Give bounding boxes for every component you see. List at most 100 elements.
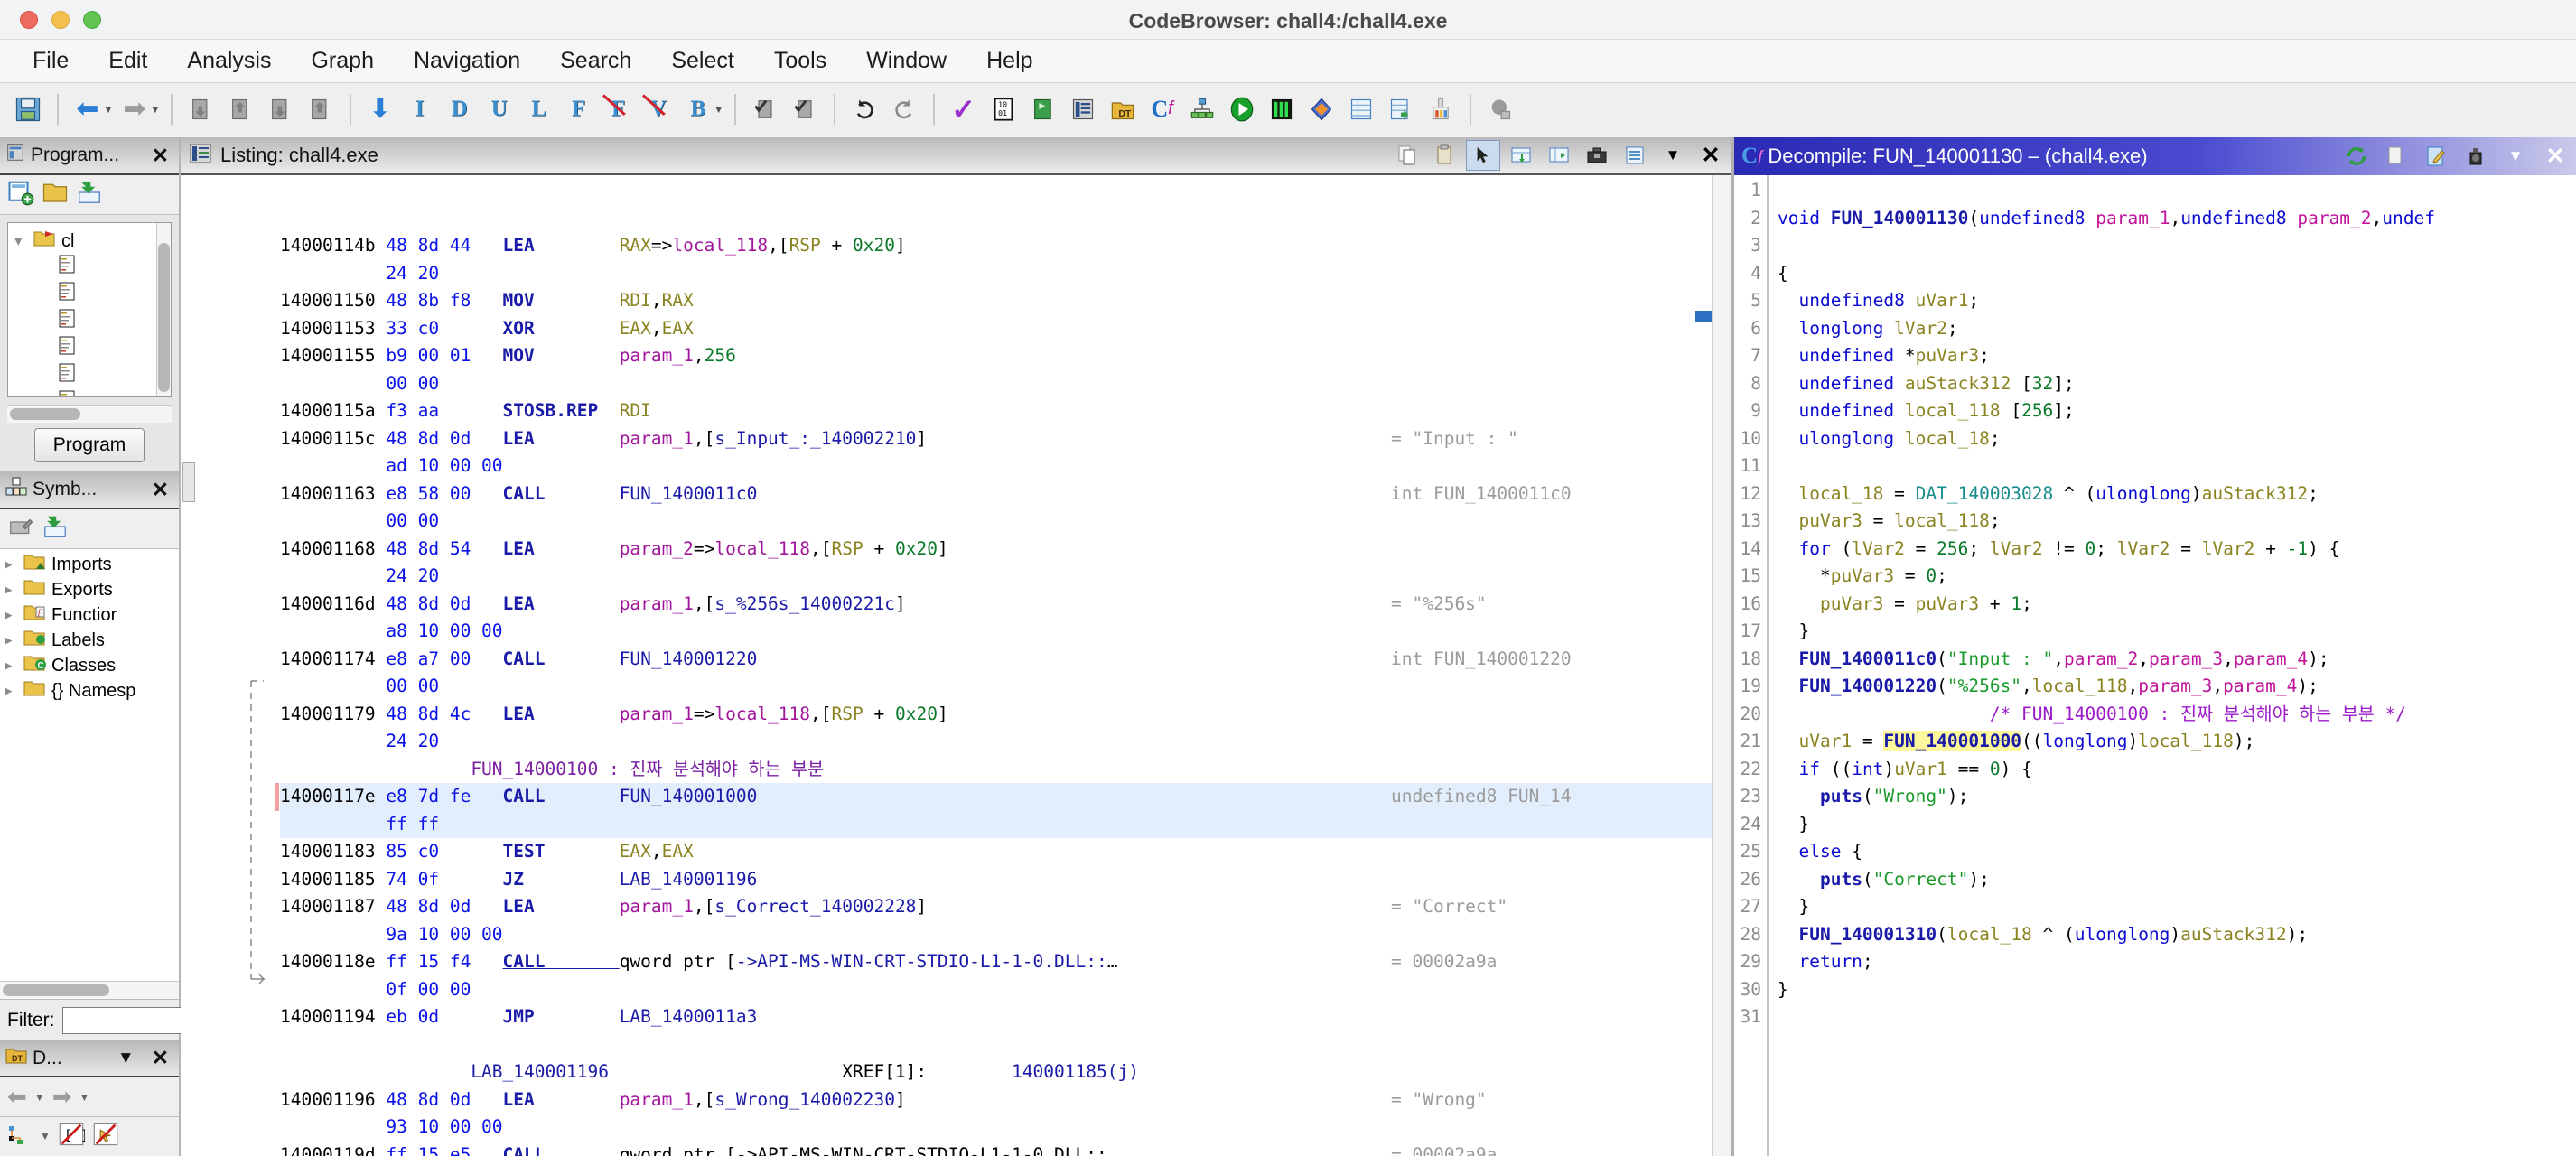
decompile-line[interactable] (1778, 1003, 2576, 1031)
decompile-line[interactable]: FUN_140001310(local_18 ^ (ulonglong)auSt… (1778, 921, 2576, 949)
decompile-line[interactable]: puts("Wrong"); (1778, 783, 2576, 811)
code-token[interactable]: auStack312 (2202, 483, 2308, 504)
code-token[interactable]: puVar3 (1798, 510, 1862, 531)
forward-arrow-icon[interactable]: ➡ (116, 90, 154, 128)
snapshot-icon[interactable] (2459, 141, 2493, 172)
mnemonic[interactable]: CALL (503, 786, 620, 806)
decompile-code[interactable]: void FUN_140001130(undefined8 param_1,un… (1769, 175, 2576, 1156)
mnemonic[interactable]: LEA (503, 593, 620, 614)
decompile-line[interactable]: } (1778, 811, 2576, 839)
xref-value[interactable]: 140001185(j) (1012, 1061, 1139, 1082)
program-tree-vscrollbar[interactable] (156, 223, 171, 396)
mnemonic[interactable]: JMP (503, 1006, 620, 1027)
clear-function-icon[interactable]: F (600, 90, 638, 128)
program-tree-body[interactable]: ▾ cl (7, 222, 172, 397)
code-token[interactable]: param_3 (2149, 648, 2223, 669)
tree-item[interactable] (55, 335, 167, 362)
data-icon[interactable]: D (441, 90, 479, 128)
chevron-right-icon[interactable]: ▸ (5, 682, 19, 700)
tree-root-node[interactable]: ▾ cl (12, 228, 167, 254)
new-tree-icon[interactable] (7, 179, 34, 210)
decompile-line[interactable]: FUN_1400011c0("Input : ",param_2,param_3… (1778, 646, 2576, 674)
forward-dropdown-icon[interactable]: ▼ (150, 103, 161, 116)
code-token[interactable]: FUN_140001130 (1831, 208, 1969, 228)
menu-icon[interactable] (1618, 140, 1652, 171)
scroll-thumb[interactable] (10, 408, 80, 420)
save-icon[interactable] (9, 90, 47, 128)
menu-edit[interactable]: Edit (89, 44, 167, 78)
snapshot-icon[interactable] (1504, 140, 1538, 171)
menu-window[interactable]: Window (846, 44, 966, 78)
decompile-line[interactable]: void FUN_140001130(undefined8 param_1,un… (1778, 205, 2576, 233)
chevron-right-icon[interactable]: ▸ (5, 631, 19, 649)
code-token[interactable]: puVar3 (1820, 593, 1883, 614)
forward-dropdown-icon[interactable]: ▼ (79, 1091, 89, 1104)
decompile-line[interactable]: longlong lVar2; (1778, 315, 2576, 343)
operand[interactable]: s_Wrong_140002230 (714, 1089, 895, 1110)
menu-navigation[interactable]: Navigation (394, 44, 540, 78)
decompile-line[interactable] (1778, 452, 2576, 480)
menu-tools[interactable]: Tools (754, 44, 846, 78)
code-token[interactable]: local_118 (1905, 400, 2001, 421)
memory-map-icon[interactable] (1024, 90, 1062, 128)
paste-icon[interactable] (1428, 140, 1462, 171)
code-token[interactable]: auStack312 (2180, 924, 2286, 945)
code-token[interactable]: puts (1820, 869, 1862, 890)
code-token[interactable]: uVar1 (1894, 759, 1947, 779)
operand[interactable]: LAB_140001196 (620, 869, 758, 890)
code-token[interactable]: param_4 (2223, 676, 2297, 696)
decompile-line[interactable]: } (1778, 976, 2576, 1004)
close-icon[interactable]: ✕ (2538, 141, 2572, 172)
code-token[interactable]: FUN_1400011c0 (1798, 648, 1937, 669)
collapse-icon[interactable] (42, 513, 69, 545)
listing-icon[interactable] (1064, 90, 1102, 128)
mnemonic[interactable]: CALL (503, 951, 620, 972)
code-token[interactable]: local_118 (1894, 510, 1990, 531)
bookmark-dropdown-icon[interactable]: ▼ (714, 103, 724, 116)
mnemonic[interactable]: STOSB.REP (503, 400, 620, 421)
panel-splitter-handle[interactable] (182, 462, 195, 502)
code-token[interactable]: uVar1 (1798, 731, 1852, 751)
sidebar-item-functions[interactable]: ▸ f Functior (2, 602, 177, 628)
tree-item[interactable] (55, 308, 167, 335)
mnemonic[interactable]: LEA (503, 704, 620, 724)
rename-icon[interactable] (7, 513, 34, 545)
tree-item[interactable] (55, 281, 167, 308)
close-icon[interactable]: ✕ (1694, 140, 1728, 171)
copy-icon[interactable] (1390, 140, 1424, 171)
decompile-line[interactable]: return; (1778, 948, 2576, 976)
decompile-line[interactable]: local_18 = DAT_140003028 ^ (ulonglong)au… (1778, 480, 2576, 508)
byte-viewer-icon[interactable]: 10 01 (985, 90, 1022, 128)
back-arrow-icon[interactable]: ⬅ (7, 1083, 27, 1111)
menu-graph[interactable]: Graph (291, 44, 393, 78)
chevron-right-icon[interactable]: ▸ (5, 581, 19, 599)
code-token[interactable]: local_18 (1905, 428, 1990, 449)
bookmark-icon[interactable]: B (679, 90, 717, 128)
mnemonic[interactable]: LEA (503, 1089, 620, 1110)
function-graph-icon[interactable] (1183, 90, 1221, 128)
operand[interactable]: s_Correct_140002228 (714, 896, 916, 917)
mnemonic[interactable]: LEA (503, 235, 620, 256)
code-token[interactable]: param_1 (2095, 208, 2170, 228)
code-token[interactable]: lVar2 (2202, 538, 2255, 559)
decompile-line[interactable]: if ((int)uVar1 == 0) { (1778, 756, 2576, 784)
snapshot-prev-icon[interactable] (182, 90, 220, 128)
chevron-right-icon[interactable]: ▸ (5, 606, 19, 624)
decompile-line[interactable]: *puVar3 = 0; (1778, 563, 2576, 591)
code-token[interactable]: FUN_140001310 (1798, 924, 1937, 945)
mnemonic[interactable]: MOV (503, 345, 620, 366)
decompile-line[interactable]: for (lVar2 = 256; lVar2 != 0; lVar2 = lV… (1778, 536, 2576, 564)
scroll-thumb[interactable] (158, 243, 170, 392)
mnemonic[interactable]: LEA (503, 896, 620, 917)
sidebar-item-namespaces[interactable]: ▸ {} Namesp (2, 678, 177, 704)
decompile-line[interactable]: puts("Correct"); (1778, 866, 2576, 894)
menu-file[interactable]: File (13, 44, 89, 78)
disassemble-icon[interactable]: ⬇ (361, 90, 399, 128)
mnemonic[interactable]: MOV (503, 290, 620, 311)
snapshot-down-icon[interactable] (262, 90, 300, 128)
code-token[interactable]: uVar1 (1916, 290, 1969, 311)
operand[interactable]: ->API-MS-WIN-CRT-STDIO-L1-1-0.DLL:: (736, 951, 1107, 972)
no-pointer-icon[interactable] (92, 1122, 119, 1151)
code-token[interactable]: local_118 (2032, 676, 2128, 696)
dropdown-icon[interactable]: ▼ (2498, 141, 2533, 172)
